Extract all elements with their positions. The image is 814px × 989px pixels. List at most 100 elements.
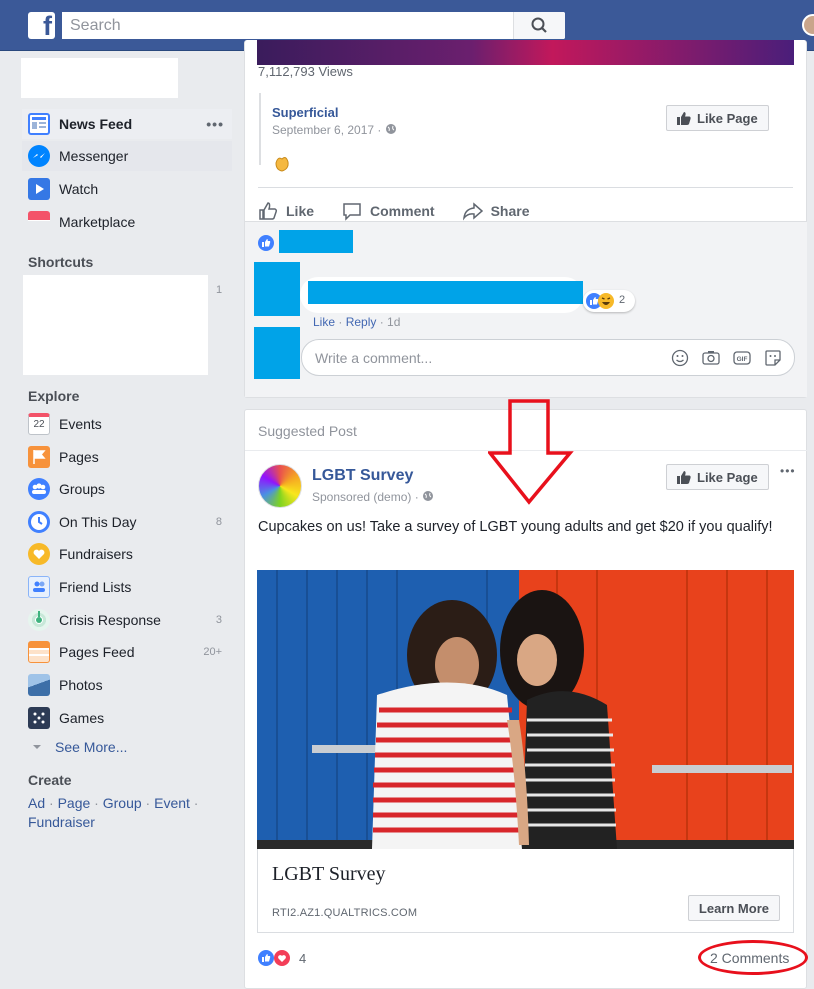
sidebar-item-label: Pages <box>59 449 99 465</box>
comment-action-button[interactable]: Comment <box>342 201 435 221</box>
sidebar-item-watch[interactable]: Watch <box>22 174 232 204</box>
marketplace-icon <box>28 211 50 233</box>
create-ad-link[interactable]: Ad <box>28 795 45 811</box>
pages-icon <box>28 446 50 468</box>
comment-reactions[interactable]: 2 <box>583 290 635 312</box>
photos-icon <box>28 674 50 696</box>
more-options-icon[interactable]: ••• <box>206 116 224 132</box>
sidebar-item-label: Events <box>59 416 102 432</box>
sidebar-item-games[interactable]: Games <box>22 703 232 733</box>
sidebar-item-messenger[interactable]: Messenger <box>22 141 232 171</box>
sidebar-item-marketplace[interactable]: Marketplace <box>22 207 232 237</box>
sidebar-item-label: Watch <box>59 181 99 197</box>
sidebar-item-on-this-day[interactable]: On This Day 8 <box>22 507 232 537</box>
like-page-button[interactable]: Like Page <box>666 464 769 490</box>
gif-icon[interactable]: GIF <box>731 347 753 369</box>
haha-reaction-icon <box>598 293 614 309</box>
create-group-link[interactable]: Group <box>103 795 142 811</box>
video-views: 7,112,793 Views <box>258 64 353 79</box>
sidebar-item-news-feed[interactable]: News Feed ••• <box>22 109 232 139</box>
video-thumbnail-bottom[interactable] <box>257 40 794 65</box>
page-name[interactable]: LGBT Survey <box>312 467 413 485</box>
commenter-avatar-redacted[interactable] <box>254 262 300 316</box>
sticker-icon[interactable] <box>762 347 784 369</box>
learn-more-button[interactable]: Learn More <box>687 895 780 921</box>
search-input[interactable] <box>62 12 512 39</box>
events-icon: 22 <box>28 413 50 435</box>
comment-reactions-count: 2 <box>619 294 626 306</box>
shortcuts-redacted[interactable] <box>23 275 208 375</box>
ad-domain: RTI2.AZ1.QUALTRICS.COM <box>272 907 418 919</box>
like-reaction-icon[interactable] <box>258 950 274 966</box>
comment-reply-link[interactable]: Reply <box>346 315 377 329</box>
see-more-link[interactable]: See More... <box>28 739 127 755</box>
page-avatar[interactable] <box>258 464 302 508</box>
sidebar-item-pages-feed[interactable]: Pages Feed 20+ <box>22 637 232 667</box>
camera-icon[interactable] <box>700 347 722 369</box>
search-button[interactable] <box>513 12 565 39</box>
chevron-down-icon <box>33 745 41 750</box>
crisis-response-count: 3 <box>215 614 222 626</box>
thumbs-up-icon <box>677 112 691 125</box>
like-reaction-icon[interactable] <box>258 235 274 251</box>
comment-age[interactable]: 1d <box>387 315 400 329</box>
sidebar-item-label: Fundraisers <box>59 546 133 562</box>
explore-heading: Explore <box>28 388 80 404</box>
comment-actions: Like · Reply · 1d <box>313 315 400 329</box>
annotation-arrow-icon <box>488 399 574 505</box>
sponsored-label[interactable]: Sponsored (demo) · <box>312 490 422 504</box>
like-icon <box>259 201 278 220</box>
sidebar-item-label: Messenger <box>59 148 129 164</box>
sidebar-item-label: News Feed <box>59 116 133 132</box>
share-icon <box>462 201 483 220</box>
ad-image[interactable] <box>257 570 794 849</box>
profile-link-redacted[interactable] <box>21 58 178 98</box>
sidebar-item-friend-lists[interactable]: Friend Lists <box>22 572 232 602</box>
comments-section: 2 Like · Reply · 1d GIF <box>245 221 807 397</box>
facebook-logo[interactable]: f <box>28 11 55 41</box>
on-this-day-count: 8 <box>215 516 222 528</box>
sidebar-item-fundraisers[interactable]: Fundraisers <box>22 539 232 569</box>
like-page-label: Like Page <box>697 469 758 485</box>
post-date[interactable]: September 6, 2017 · <box>272 123 385 137</box>
create-fundraiser-link[interactable]: Fundraiser <box>28 814 95 830</box>
create-heading: Create <box>28 772 72 788</box>
page-name-text: Superficial <box>272 105 339 120</box>
see-more-label: See More... <box>55 739 128 755</box>
svg-text:GIF: GIF <box>737 356 748 363</box>
like-action-button[interactable]: Like <box>258 201 314 221</box>
comment-input[interactable] <box>302 340 652 375</box>
page-name[interactable]: Superficial <box>272 104 338 122</box>
share-action-label: Share <box>490 202 530 219</box>
sidebar-item-label: Marketplace <box>59 214 136 230</box>
pages-feed-count: 20+ <box>203 646 222 658</box>
friend-lists-icon <box>28 576 50 598</box>
sidebar-item-pages[interactable]: Pages <box>22 442 232 472</box>
pages-feed-icon <box>28 641 50 663</box>
post-meta: September 6, 2017 · <box>272 123 397 137</box>
news-feed-icon <box>28 113 50 135</box>
sidebar-item-crisis-response[interactable]: Crisis Response 3 <box>22 605 232 635</box>
create-event-link[interactable]: Event <box>154 795 190 811</box>
user-avatar[interactable] <box>802 14 814 36</box>
redacted-reactor-name[interactable] <box>279 230 353 253</box>
separator: · <box>335 315 346 329</box>
globe-icon <box>385 124 396 134</box>
love-reaction-icon[interactable] <box>274 950 290 966</box>
share-action-button[interactable]: Share <box>462 201 530 221</box>
ad-title: LGBT Survey <box>272 863 386 885</box>
games-icon <box>28 707 50 729</box>
sidebar-item-photos[interactable]: Photos <box>22 670 232 700</box>
sidebar-item-events[interactable]: 22 Events <box>22 409 232 439</box>
reactions-count[interactable]: 4 <box>299 951 306 966</box>
ad-link-card[interactable]: LGBT Survey RTI2.AZ1.QUALTRICS.COM Learn… <box>257 849 794 933</box>
post-options-icon[interactable]: ••• <box>780 464 796 478</box>
emoji-icon[interactable] <box>669 347 691 369</box>
create-page-link[interactable]: Page <box>58 795 91 811</box>
annotation-oval <box>698 940 808 975</box>
comment-like-link[interactable]: Like <box>313 315 335 329</box>
like-action-label: Like <box>286 202 315 219</box>
sidebar-item-groups[interactable]: Groups <box>22 474 232 504</box>
like-page-button[interactable]: Like Page <box>666 105 769 131</box>
like-page-label: Like Page <box>697 110 758 126</box>
